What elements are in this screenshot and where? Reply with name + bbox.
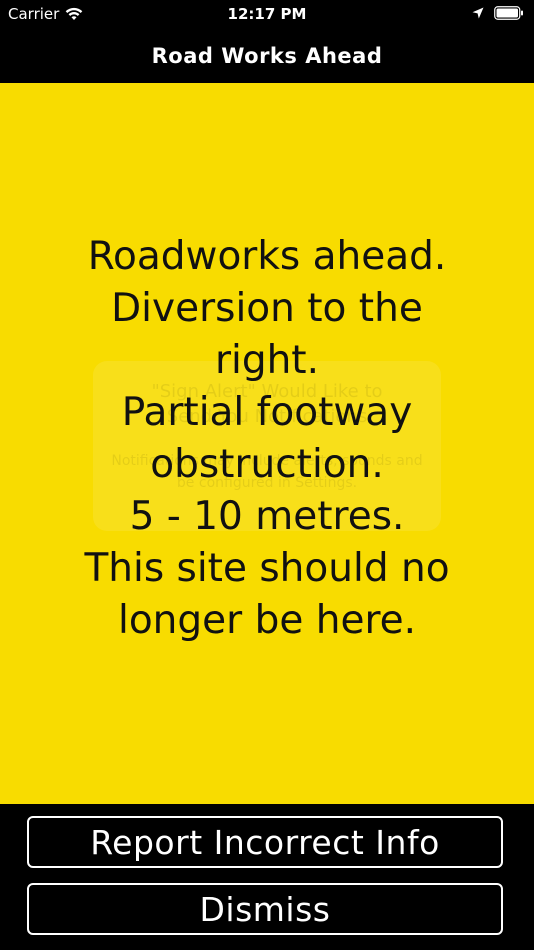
page-title: Road Works Ahead <box>151 44 383 68</box>
status-time: 12:17 PM <box>227 5 307 23</box>
location-arrow-icon <box>472 7 484 19</box>
sign-line: Roadworks ahead. <box>87 234 447 279</box>
status-right <box>472 6 524 20</box>
sign-line: 5 - 10 metres. <box>129 494 405 539</box>
battery-icon <box>494 6 524 20</box>
screen: Carrier 12:17 PM Road Works Ahead "Sign … <box>0 0 534 950</box>
navigation-bar: Road Works Ahead <box>0 30 534 82</box>
report-incorrect-info-button[interactable]: Report Incorrect Info <box>27 816 503 868</box>
sign-message: Roadworks ahead. Diversion to the right.… <box>0 231 534 647</box>
action-bar: Report Incorrect Info Dismiss <box>0 804 534 950</box>
sign-line: obstruction. <box>150 442 384 487</box>
sign-line: Diversion to the <box>111 286 423 331</box>
sign-line: right. <box>214 338 320 383</box>
dismiss-button[interactable]: Dismiss <box>27 883 503 935</box>
status-bar: Carrier 12:17 PM <box>0 0 534 30</box>
sign-line: Partial footway <box>121 390 413 435</box>
sign-line: longer be here. <box>117 598 417 643</box>
road-sign-panel: "Sign Alert" Would Like to Send You Noti… <box>0 83 534 804</box>
sign-line: This site should no <box>84 546 450 591</box>
